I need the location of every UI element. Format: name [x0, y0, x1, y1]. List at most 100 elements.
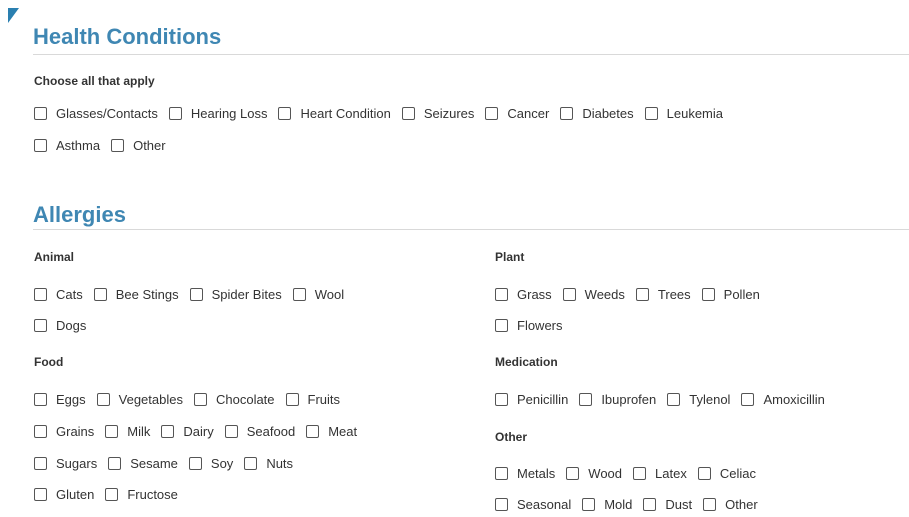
option-label: Other [725, 497, 758, 512]
checkbox-weeds[interactable] [562, 288, 576, 301]
checkbox-fruits[interactable] [285, 393, 299, 406]
checkbox-diabetes[interactable] [560, 107, 574, 120]
option-label: Grains [56, 424, 95, 439]
option-wool[interactable]: Wool [292, 287, 344, 302]
option-fruits[interactable]: Fruits [285, 392, 340, 407]
option-dairy[interactable]: Dairy [161, 424, 214, 439]
option-eggs[interactable]: Eggs [34, 392, 86, 407]
option-tylenol[interactable]: Tylenol [667, 392, 730, 407]
option-fructose[interactable]: Fructose [105, 487, 178, 502]
option-vegetables[interactable]: Vegetables [96, 392, 183, 407]
checkbox-soy[interactable] [188, 457, 202, 470]
checkbox-milk[interactable] [105, 425, 119, 438]
option-flowers[interactable]: Flowers [495, 318, 563, 333]
checkbox-nuts[interactable] [244, 457, 258, 470]
option-chocolate[interactable]: Chocolate [193, 392, 275, 407]
option-other[interactable]: Other [703, 497, 758, 512]
checkbox-mold[interactable] [582, 498, 596, 511]
checkbox-other[interactable] [111, 139, 125, 152]
option-latex[interactable]: Latex [633, 466, 687, 481]
health-row-2: Asthma Other [34, 138, 177, 153]
checkbox-glasses-contacts[interactable] [34, 107, 47, 120]
checkbox-hearing-loss[interactable] [168, 107, 182, 120]
option-celiac[interactable]: Celiac [697, 466, 756, 481]
food-row-1: Eggs Vegetables Chocolate Fruits [34, 392, 351, 407]
option-grains[interactable]: Grains [34, 424, 94, 439]
checkbox-amoxicillin[interactable] [741, 393, 755, 406]
option-mold[interactable]: Mold [582, 497, 632, 512]
checkbox-asthma[interactable] [34, 139, 47, 152]
option-label: Celiac [719, 466, 756, 481]
option-cats[interactable]: Cats [34, 287, 83, 302]
option-heart-condition[interactable]: Heart Condition [278, 106, 391, 121]
option-milk[interactable]: Milk [105, 424, 150, 439]
checkbox-heart-condition[interactable] [278, 107, 292, 120]
checkbox-sesame[interactable] [108, 457, 122, 470]
checkbox-seafood[interactable] [224, 425, 238, 438]
option-trees[interactable]: Trees [635, 287, 691, 302]
option-hearing-loss[interactable]: Hearing Loss [168, 106, 267, 121]
checkbox-eggs[interactable] [34, 393, 47, 406]
checkbox-dust[interactable] [643, 498, 657, 511]
checkbox-latex[interactable] [633, 467, 647, 480]
option-label: Bee Stings [115, 287, 179, 302]
checkbox-trees[interactable] [635, 288, 649, 301]
checkbox-penicillin[interactable] [495, 393, 508, 406]
option-wood[interactable]: Wood [566, 466, 622, 481]
checkbox-wool[interactable] [292, 288, 306, 301]
checkbox-tylenol[interactable] [667, 393, 681, 406]
animal-label: Animal [34, 250, 75, 264]
checkbox-cancer[interactable] [485, 107, 499, 120]
checkbox-dairy[interactable] [161, 425, 175, 438]
checkbox-celiac[interactable] [697, 467, 711, 480]
checkbox-chocolate[interactable] [193, 393, 207, 406]
option-dust[interactable]: Dust [643, 497, 692, 512]
option-cancer[interactable]: Cancer [485, 106, 549, 121]
checkbox-cats[interactable] [34, 288, 47, 301]
option-seasonal[interactable]: Seasonal [495, 497, 571, 512]
option-sugars[interactable]: Sugars [34, 456, 97, 471]
option-gluten[interactable]: Gluten [34, 487, 94, 502]
option-meat[interactable]: Meat [306, 424, 357, 439]
checkbox-sugars[interactable] [34, 457, 47, 470]
checkbox-wood[interactable] [566, 467, 580, 480]
option-spider-bites[interactable]: Spider Bites [189, 287, 282, 302]
checkbox-vegetables[interactable] [96, 393, 110, 406]
checkbox-flowers[interactable] [495, 319, 508, 332]
option-ibuprofen[interactable]: Ibuprofen [579, 392, 656, 407]
checkbox-meat[interactable] [306, 425, 320, 438]
checkbox-gluten[interactable] [34, 488, 47, 501]
option-soy[interactable]: Soy [188, 456, 233, 471]
checkbox-grass[interactable] [495, 288, 508, 301]
checkbox-dogs[interactable] [34, 319, 47, 332]
option-penicillin[interactable]: Penicillin [495, 392, 568, 407]
option-seizures[interactable]: Seizures [401, 106, 474, 121]
option-diabetes[interactable]: Diabetes [560, 106, 634, 121]
option-amoxicillin[interactable]: Amoxicillin [741, 392, 825, 407]
checkbox-leukemia[interactable] [644, 107, 658, 120]
option-asthma[interactable]: Asthma [34, 138, 100, 153]
checkbox-bee-stings[interactable] [93, 288, 107, 301]
checkbox-grains[interactable] [34, 425, 47, 438]
option-weeds[interactable]: Weeds [562, 287, 625, 302]
option-other[interactable]: Other [111, 138, 166, 153]
checkbox-fructose[interactable] [105, 488, 119, 501]
option-glasses-contacts[interactable]: Glasses/Contacts [34, 106, 158, 121]
option-pollen[interactable]: Pollen [701, 287, 760, 302]
option-label: Wood [588, 466, 623, 481]
checkbox-seizures[interactable] [401, 107, 415, 120]
option-nuts[interactable]: Nuts [244, 456, 293, 471]
option-leukemia[interactable]: Leukemia [644, 106, 723, 121]
checkbox-ibuprofen[interactable] [579, 393, 593, 406]
option-metals[interactable]: Metals [495, 466, 555, 481]
option-bee-stings[interactable]: Bee Stings [93, 287, 179, 302]
checkbox-seasonal[interactable] [495, 498, 508, 511]
checkbox-spider-bites[interactable] [189, 288, 203, 301]
checkbox-metals[interactable] [495, 467, 508, 480]
option-sesame[interactable]: Sesame [108, 456, 178, 471]
option-dogs[interactable]: Dogs [34, 318, 86, 333]
checkbox-other[interactable] [703, 498, 717, 511]
option-seafood[interactable]: Seafood [224, 424, 295, 439]
checkbox-pollen[interactable] [701, 288, 715, 301]
option-grass[interactable]: Grass [495, 287, 552, 302]
